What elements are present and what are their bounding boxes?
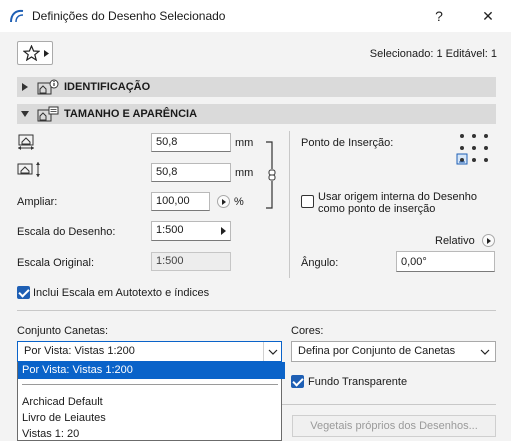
favorites-button[interactable] — [17, 41, 53, 65]
pen-set-list: Por Vista: Vistas 1:200 Archicad Default… — [17, 362, 285, 441]
scale-input[interactable]: 100,00 — [151, 192, 210, 211]
pen-set-dropdown[interactable]: Por Vista: Vistas 1:200 — [17, 341, 282, 362]
star-icon — [23, 45, 40, 61]
chevron-down-icon — [21, 111, 29, 117]
chevron-down-icon — [480, 349, 490, 355]
width-icon — [18, 134, 34, 150]
width-unit: mm — [235, 137, 254, 149]
angle-label: Ângulo: — [301, 257, 339, 269]
pen-set-option[interactable]: Vistas 1: 20 — [18, 426, 79, 441]
use-origin-label-line2: como ponto de inserção — [318, 203, 436, 215]
original-scale-label: Escala Original: — [17, 257, 95, 269]
drawing-scale-value: 1:500 — [156, 224, 184, 236]
transparent-background-checkbox[interactable] — [291, 375, 304, 388]
pen-set-label: Conjunto Canetas: — [17, 325, 109, 337]
window-title: Definições do Desenho Selecionado — [32, 9, 226, 23]
relative-label: Relativo — [435, 235, 475, 247]
list-separator — [22, 384, 278, 385]
size-appearance-icon — [37, 106, 59, 122]
help-button[interactable]: ? — [428, 6, 450, 26]
chevron-down-icon — [268, 349, 278, 355]
pen-set-option[interactable]: Archicad Default — [18, 394, 103, 411]
archicad-logo-icon — [10, 9, 24, 23]
angle-input[interactable]: 0,00° — [396, 251, 495, 272]
transparent-background-label: Fundo Transparente — [308, 376, 408, 388]
pen-set-option[interactable]: Por Vista: Vistas 1:200 — [18, 362, 285, 379]
section-size-appearance[interactable]: TAMANHO E APARÊNCIA — [17, 104, 496, 124]
lower-divider — [282, 404, 496, 405]
identification-icon — [37, 79, 59, 95]
section-size-appearance-label: TAMANHO E APARÊNCIA — [64, 108, 198, 120]
insertion-point-label: Ponto de Inserção: — [301, 137, 394, 149]
close-button[interactable]: ✕ — [477, 6, 499, 26]
column-divider — [289, 131, 290, 278]
chevron-right-icon — [22, 83, 28, 91]
use-origin-checkbox[interactable] — [301, 195, 314, 208]
drawing-scale-label: Escala do Desenho: — [17, 226, 116, 238]
colors-dropdown[interactable]: Defina por Conjunto de Canetas — [291, 341, 496, 362]
width-input[interactable]: 50,8 — [151, 133, 231, 152]
dialog-window: Definições do Desenho Selecionado ? ✕ Se… — [0, 0, 511, 441]
selected-info: Selecionado: 1 Editável: 1 — [369, 48, 497, 60]
section-identification[interactable]: IDENTIFICAÇÃO — [17, 77, 496, 97]
height-input[interactable]: 50,8 — [151, 163, 231, 182]
autotext-label: Inclui Escala em Autotexto e índices — [33, 287, 210, 299]
horizontal-divider — [17, 310, 496, 311]
chain-link-icon[interactable] — [263, 141, 281, 209]
chevron-right-icon — [221, 227, 226, 235]
scale-unit: % — [234, 196, 244, 208]
colors-label: Cores: — [291, 325, 324, 337]
original-scale-value: 1:500 — [151, 252, 231, 271]
scale-options-button[interactable] — [217, 195, 230, 208]
pen-set-selected: Por Vista: Vistas 1:200 — [24, 345, 135, 357]
section-identification-label: IDENTIFICAÇÃO — [64, 81, 151, 93]
title-bar: Definições do Desenho Selecionado ? ✕ — [0, 0, 511, 32]
chevron-right-icon — [44, 50, 49, 57]
height-icon — [17, 162, 40, 177]
pen-set-dropdown-arrow[interactable] — [263, 342, 281, 361]
relative-button[interactable] — [482, 234, 495, 247]
scale-label: Ampliar: — [17, 196, 58, 208]
vegetation-button[interactable]: Vegetais próprios dos Desenhos... — [292, 415, 496, 437]
autotext-checkbox[interactable] — [17, 286, 30, 299]
height-unit: mm — [235, 167, 254, 179]
pen-set-option[interactable]: Livro de Leiautes — [18, 410, 106, 427]
insertion-point-grid[interactable] — [455, 132, 495, 168]
drawing-scale-select[interactable]: 1:500 — [151, 221, 231, 241]
colors-selected: Defina por Conjunto de Canetas — [298, 345, 456, 357]
use-origin-label-line1: Usar origem interna do Desenho — [318, 191, 477, 203]
